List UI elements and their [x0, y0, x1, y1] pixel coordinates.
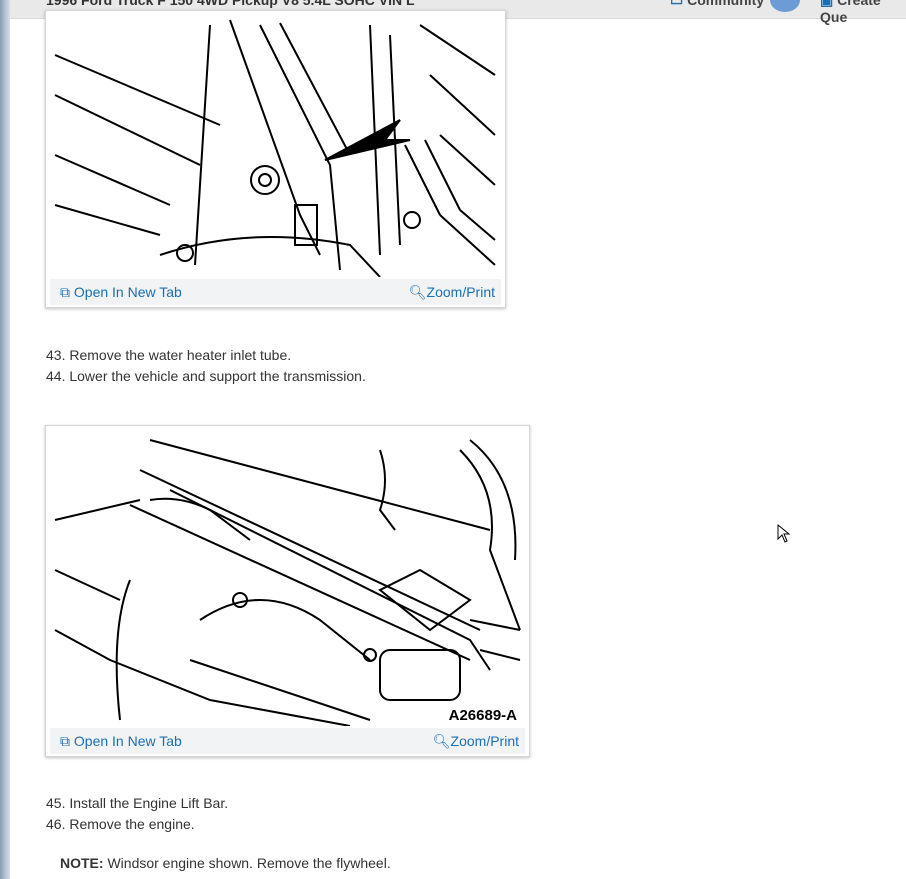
window-edge [0, 0, 10, 879]
vehicle-title: 1996 Ford Truck F 150 4WD Pickup V8 5.4L… [46, 0, 415, 8]
avatar[interactable] [770, 0, 800, 12]
figure-1: ⧉ Open In New Tab 🔍︎Zoom/Print [45, 10, 506, 308]
open-in-new-tab-link[interactable]: ⧉ Open In New Tab [60, 733, 182, 750]
open-in-new-tab-link[interactable]: ⧉ Open In New Tab [60, 284, 182, 301]
community-icon: ▭ [670, 0, 684, 8]
note-label: NOTE: [60, 855, 104, 871]
step-46: 46. Remove the engine. [46, 816, 195, 832]
open-tab-icon: ⧉ [60, 733, 70, 749]
note: NOTE: Windsor engine shown. Remove the f… [60, 855, 391, 871]
community-link[interactable]: ▭ Community [670, 0, 764, 9]
zoom-icon: 🔍︎ [408, 284, 427, 300]
figure-2-image[interactable]: A26689-A [50, 430, 525, 726]
figure-1-image[interactable] [50, 15, 501, 277]
zoom-print-link[interactable]: 🔍︎Zoom/Print [433, 733, 519, 750]
figure-1-footer: ⧉ Open In New Tab 🔍︎Zoom/Print [50, 279, 501, 305]
create-question-button[interactable]: ▣ Create Que [820, 0, 906, 25]
step-43: 43. Remove the water heater inlet tube. [46, 347, 292, 363]
figure-2: A26689-A ⧉ Open In New Tab 🔍︎Zoom/Print [45, 425, 530, 757]
open-tab-icon: ⧉ [60, 284, 70, 300]
figure-2-footer: ⧉ Open In New Tab 🔍︎Zoom/Print [50, 728, 525, 754]
figure-2-caption: A26689-A [448, 707, 517, 724]
create-icon: ▣ [820, 0, 834, 8]
note-text: Windsor engine shown. Remove the flywhee… [103, 855, 391, 871]
step-45: 45. Install the Engine Lift Bar. [46, 795, 229, 811]
zoom-icon: 🔍︎ [432, 733, 451, 749]
zoom-print-link[interactable]: 🔍︎Zoom/Print [409, 284, 495, 301]
step-44: 44. Lower the vehicle and support the tr… [46, 368, 366, 384]
